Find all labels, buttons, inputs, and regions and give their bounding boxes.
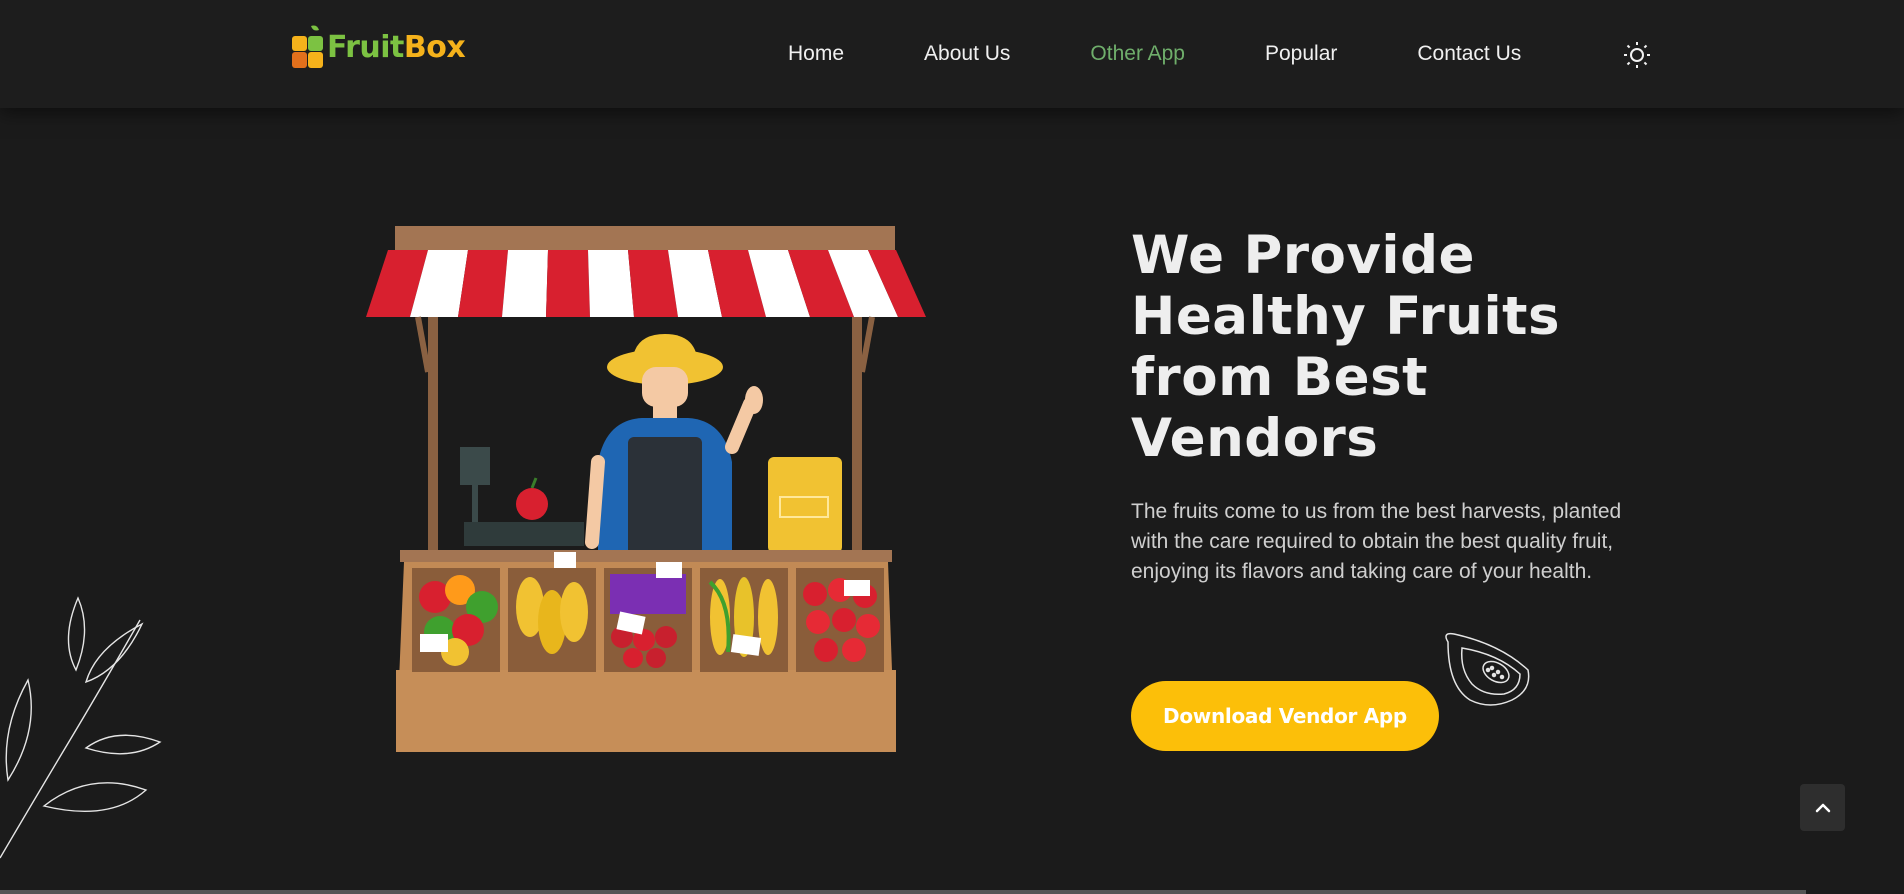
main-nav: Home About Us Other App Popular Contact …: [788, 0, 1601, 108]
scroll-to-top-button[interactable]: [1800, 784, 1845, 831]
fruit-stall-vendor-illustration: [366, 226, 926, 752]
fruit-box-logo-icon: [292, 25, 323, 68]
brand-name: FruitBox: [327, 29, 466, 65]
nav-item-other-app[interactable]: Other App: [1090, 42, 1185, 66]
hero-text-block: We Provide Healthy Fruits from Best Vend…: [1131, 225, 1651, 587]
sun-icon: [1624, 42, 1650, 68]
nav-item-contact-us[interactable]: Contact Us: [1417, 42, 1521, 66]
leaf-branch-decoration: [0, 596, 162, 859]
nav-item-popular[interactable]: Popular: [1265, 42, 1337, 66]
brand-name-part1: Fruit: [327, 29, 404, 65]
site-header: FruitBox Home About Us Other App Popular…: [0, 0, 1904, 108]
page-bottom-divider: [0, 890, 1806, 894]
papaya-doodle-icon: [1445, 632, 1530, 706]
hero-title: We Provide Healthy Fruits from Best Vend…: [1131, 225, 1561, 469]
theme-toggle-button[interactable]: [1622, 40, 1652, 70]
hero-description: The fruits come to us from the best harv…: [1131, 500, 1622, 583]
nav-item-about-us[interactable]: About Us: [924, 42, 1010, 66]
download-vendor-app-button[interactable]: Download Vendor App: [1131, 681, 1439, 751]
nav-item-home[interactable]: Home: [788, 42, 844, 66]
chevron-up-icon: [1815, 803, 1830, 812]
brand-logo[interactable]: FruitBox: [291, 22, 466, 72]
brand-name-part2: Box: [403, 29, 466, 65]
